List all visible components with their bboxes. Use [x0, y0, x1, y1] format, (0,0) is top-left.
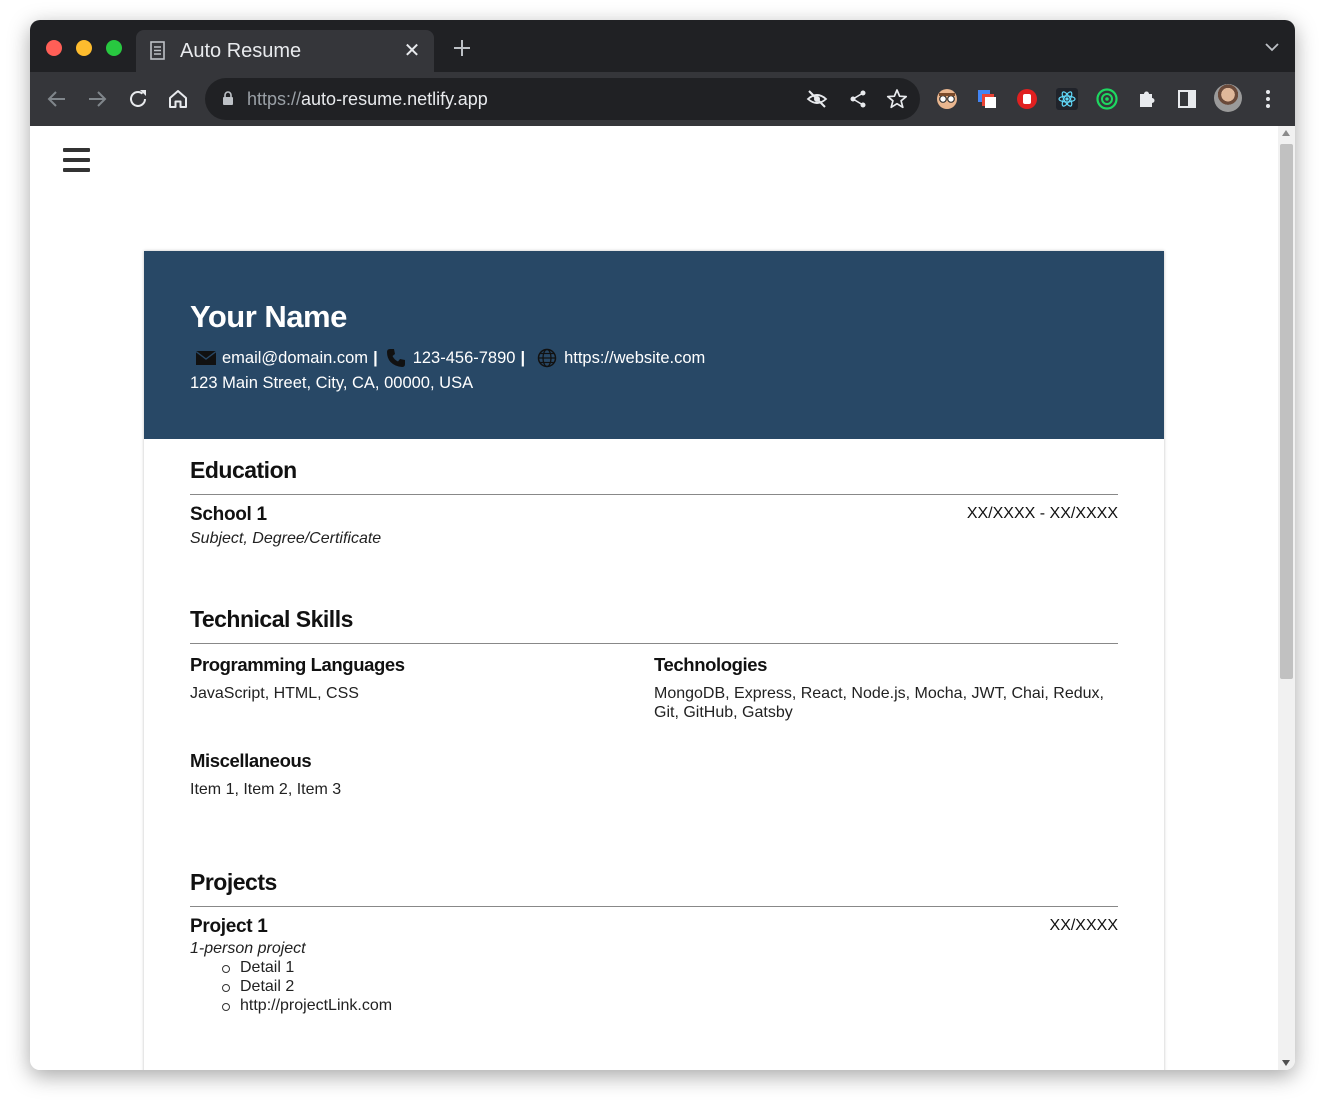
technical-skills-heading: Technical Skills: [190, 606, 353, 632]
email-link[interactable]: email@domain.com: [222, 349, 368, 368]
globe-icon: [537, 348, 557, 368]
chevron-down-icon[interactable]: [1265, 42, 1279, 52]
avatar[interactable]: [1214, 84, 1242, 112]
divider: [190, 494, 1118, 495]
education-dates: XX/XXXX - XX/XXXX: [966, 505, 1118, 522]
close-window-button[interactable]: [46, 40, 62, 56]
maximize-window-button[interactable]: [106, 40, 122, 56]
glasses-extension-icon[interactable]: [936, 88, 958, 110]
puzzle-icon[interactable]: [1136, 88, 1158, 110]
url-scheme: https://: [247, 89, 302, 109]
browser-window: Auto Resume ✕ https://auto-resume.netlif…: [30, 20, 1295, 1070]
plus-icon[interactable]: [450, 36, 474, 60]
url-text[interactable]: https://auto-resume.netlify.app: [247, 89, 488, 110]
home-icon[interactable]: [166, 87, 190, 111]
list-item: Detail 2: [222, 977, 392, 996]
back-icon[interactable]: [45, 87, 69, 111]
website-link[interactable]: https://website.com: [564, 349, 705, 368]
programming-languages-label: Programming Languages: [190, 654, 405, 675]
divider: [190, 906, 1118, 907]
divider: [190, 643, 1118, 644]
project-type: 1-person project: [190, 940, 306, 957]
url-host: auto-resume.netlify.app: [301, 89, 488, 109]
share-icon[interactable]: [847, 88, 869, 110]
lock-icon[interactable]: [222, 91, 234, 106]
sidepanel-icon[interactable]: [1176, 88, 1198, 110]
address: 123 Main Street, City, CA, 00000, USA: [190, 374, 474, 392]
resume-page: Your Name email@domain.com | 123-456-789…: [144, 251, 1164, 1070]
target-extension-icon[interactable]: [1096, 88, 1118, 110]
scroll-up-arrow[interactable]: [1282, 130, 1290, 136]
miscellaneous: Item 1, Item 2, Item 3: [190, 781, 342, 798]
kebab-menu-icon[interactable]: [1256, 86, 1280, 112]
project-date: XX/XXXX: [1049, 917, 1118, 934]
project-name: Project 1: [190, 916, 268, 937]
tab-bar: Auto Resume ✕: [30, 20, 1295, 72]
technologies: MongoDB, Express, React, Node.js, Mocha,…: [654, 685, 1104, 721]
toolbar: https://auto-resume.netlify.app: [30, 72, 1295, 126]
school-name: School 1: [190, 504, 267, 525]
list-item: Detail 1: [222, 958, 392, 977]
reload-icon[interactable]: [126, 87, 150, 111]
project-details: Detail 1 Detail 2 http://projectLink.com: [222, 958, 392, 1015]
windows-extension-icon[interactable]: [976, 88, 998, 110]
technologies-label: Technologies: [654, 654, 768, 675]
envelope-icon: [196, 350, 216, 365]
page-viewport: Your Name email@domain.com | 123-456-789…: [30, 126, 1295, 1070]
phone-number[interactable]: 123-456-7890: [413, 349, 516, 368]
phone-icon: [386, 349, 405, 367]
resume-name: Your Name: [190, 299, 347, 334]
tab-title: Auto Resume: [180, 40, 302, 62]
address-bar[interactable]: https://auto-resume.netlify.app: [205, 78, 920, 120]
separator: |: [373, 348, 378, 367]
tab-auto-resume[interactable]: Auto Resume ✕: [136, 30, 434, 72]
close-icon[interactable]: ✕: [402, 38, 422, 63]
eye-off-icon[interactable]: [806, 88, 828, 110]
programming-languages: JavaScript, HTML, CSS: [190, 685, 359, 702]
resume-header: Your Name email@domain.com | 123-456-789…: [144, 251, 1164, 439]
education-heading: Education: [190, 457, 297, 483]
contact-line: email@domain.com | 123-456-7890 | https:…: [196, 348, 705, 368]
scrollbar[interactable]: [1278, 126, 1295, 1070]
project-link[interactable]: http://projectLink.com: [222, 996, 392, 1015]
page-icon: [150, 41, 165, 60]
react-devtools-icon[interactable]: [1056, 88, 1078, 110]
scroll-thumb[interactable]: [1280, 144, 1293, 679]
scroll-down-arrow[interactable]: [1282, 1060, 1290, 1066]
projects-heading: Projects: [190, 869, 277, 895]
forward-icon[interactable]: [85, 87, 109, 111]
star-icon[interactable]: [886, 88, 908, 110]
miscellaneous-label: Miscellaneous: [190, 750, 312, 771]
stop-hand-extension-icon[interactable]: [1016, 88, 1038, 110]
separator: |: [520, 348, 526, 367]
minimize-window-button[interactable]: [76, 40, 92, 56]
degree: Subject, Degree/Certificate: [190, 530, 382, 547]
hamburger-menu-icon[interactable]: [63, 148, 91, 172]
